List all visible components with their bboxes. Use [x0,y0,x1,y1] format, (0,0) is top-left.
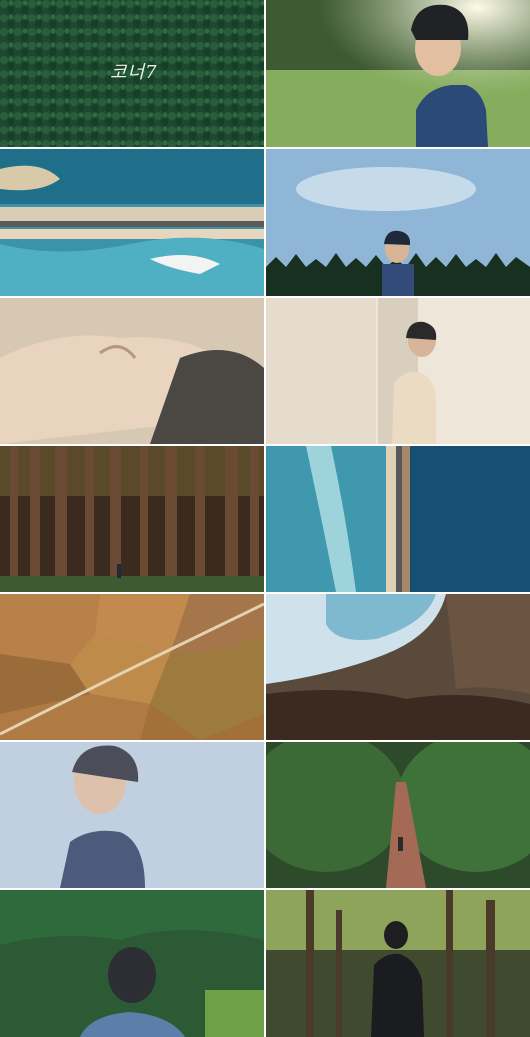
vertical-coast-road-photo [266,446,530,592]
man-sky-treeline-photo [266,149,530,296]
face-closeup-photo [0,298,264,444]
coastal-road-aerial-photo [0,149,264,296]
forest-aerial-photo: 코너7 [0,0,264,147]
wave-rocks-photo [266,594,530,740]
farm-fields-photo [0,594,264,740]
photo-collage: 코너7 [0,0,530,1037]
forest-path-photo [266,742,530,888]
man-back-forest-photo [266,890,530,1037]
tall-forest-photo [0,446,264,592]
man-window-photo [266,298,530,444]
man-profile-field-photo [266,0,530,147]
man-back-hills-photo [0,890,264,1037]
handwritten-title: 코너7 [110,62,158,83]
blurred-man-profile-photo [0,742,264,888]
